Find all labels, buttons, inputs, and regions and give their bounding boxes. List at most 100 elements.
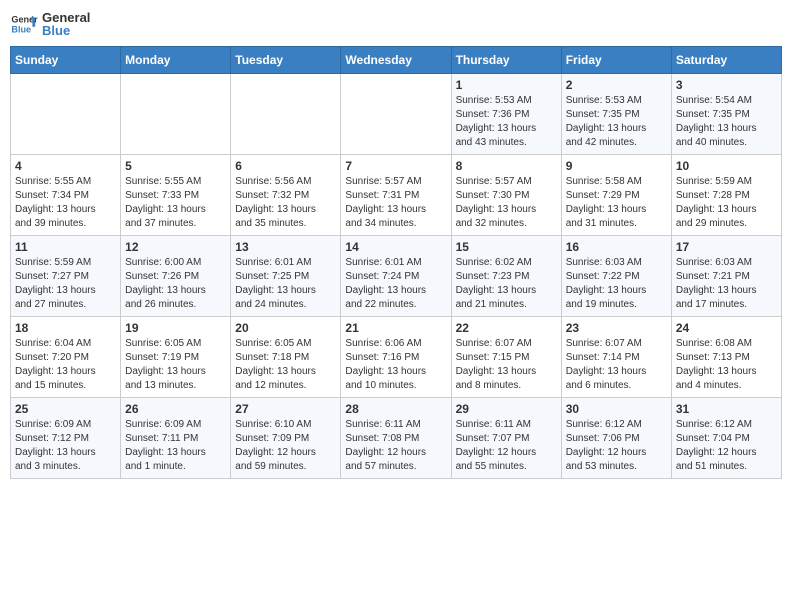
calendar-cell: 21 Sunrise: 6:06 AM Sunset: 7:16 PM Dayli… bbox=[341, 317, 451, 398]
weekday-header-saturday: Saturday bbox=[671, 47, 781, 74]
calendar-cell: 8 Sunrise: 5:57 AM Sunset: 7:30 PM Daylig… bbox=[451, 155, 561, 236]
day-content: Sunrise: 5:53 AM Sunset: 7:36 PM Dayligh… bbox=[456, 94, 557, 150]
day-number: 13 bbox=[235, 240, 336, 254]
day-content: Sunrise: 6:03 AM Sunset: 7:22 PM Dayligh… bbox=[566, 256, 667, 312]
weekday-header-thursday: Thursday bbox=[451, 47, 561, 74]
day-content: Sunrise: 6:01 AM Sunset: 7:24 PM Dayligh… bbox=[345, 256, 446, 312]
day-number: 18 bbox=[15, 321, 116, 335]
day-number: 15 bbox=[456, 240, 557, 254]
calendar-cell: 12 Sunrise: 6:00 AM Sunset: 7:26 PM Dayli… bbox=[121, 236, 231, 317]
calendar-cell: 16 Sunrise: 6:03 AM Sunset: 7:22 PM Dayli… bbox=[561, 236, 671, 317]
day-content: Sunrise: 6:05 AM Sunset: 7:19 PM Dayligh… bbox=[125, 337, 226, 393]
day-number: 23 bbox=[566, 321, 667, 335]
day-number: 7 bbox=[345, 159, 446, 173]
calendar-cell: 24 Sunrise: 6:08 AM Sunset: 7:13 PM Dayli… bbox=[671, 317, 781, 398]
calendar-week-2: 4Sunrise: 5:55 AM Sunset: 7:34 PM Daylig… bbox=[11, 155, 782, 236]
day-number: 6 bbox=[235, 159, 336, 173]
calendar-week-5: 25 Sunrise: 6:09 AM Sunset: 7:12 PM Dayli… bbox=[11, 398, 782, 479]
calendar-cell bbox=[231, 74, 341, 155]
day-content: Sunrise: 6:09 AM Sunset: 7:12 PM Dayligh… bbox=[15, 418, 116, 474]
calendar-cell: 17Sunrise: 6:03 AM Sunset: 7:21 PM Dayli… bbox=[671, 236, 781, 317]
calendar-week-1: 1 Sunrise: 5:53 AM Sunset: 7:36 PM Daylig… bbox=[11, 74, 782, 155]
day-content: Sunrise: 5:55 AM Sunset: 7:34 PM Dayligh… bbox=[15, 175, 116, 231]
calendar-cell: 13 Sunrise: 6:01 AM Sunset: 7:25 PM Dayli… bbox=[231, 236, 341, 317]
day-content: Sunrise: 5:55 AM Sunset: 7:33 PM Dayligh… bbox=[125, 175, 226, 231]
calendar-cell: 7 Sunrise: 5:57 AM Sunset: 7:31 PM Daylig… bbox=[341, 155, 451, 236]
calendar-cell: 19 Sunrise: 6:05 AM Sunset: 7:19 PM Dayli… bbox=[121, 317, 231, 398]
calendar-cell bbox=[11, 74, 121, 155]
calendar-cell: 15 Sunrise: 6:02 AM Sunset: 7:23 PM Dayli… bbox=[451, 236, 561, 317]
day-number: 17 bbox=[676, 240, 777, 254]
calendar-cell: 2 Sunrise: 5:53 AM Sunset: 7:35 PM Daylig… bbox=[561, 74, 671, 155]
calendar-cell: 25 Sunrise: 6:09 AM Sunset: 7:12 PM Dayli… bbox=[11, 398, 121, 479]
day-content: Sunrise: 6:04 AM Sunset: 7:20 PM Dayligh… bbox=[15, 337, 116, 393]
day-content: Sunrise: 6:08 AM Sunset: 7:13 PM Dayligh… bbox=[676, 337, 777, 393]
day-content: Sunrise: 5:54 AM Sunset: 7:35 PM Dayligh… bbox=[676, 94, 777, 150]
day-content: Sunrise: 6:11 AM Sunset: 7:07 PM Dayligh… bbox=[456, 418, 557, 474]
day-number: 1 bbox=[456, 78, 557, 92]
day-number: 29 bbox=[456, 402, 557, 416]
day-content: Sunrise: 6:00 AM Sunset: 7:26 PM Dayligh… bbox=[125, 256, 226, 312]
day-number: 11 bbox=[15, 240, 116, 254]
calendar-cell: 1 Sunrise: 5:53 AM Sunset: 7:36 PM Daylig… bbox=[451, 74, 561, 155]
svg-text:Blue: Blue bbox=[11, 24, 31, 34]
weekday-header-friday: Friday bbox=[561, 47, 671, 74]
calendar-cell: 4Sunrise: 5:55 AM Sunset: 7:34 PM Daylig… bbox=[11, 155, 121, 236]
day-number: 10 bbox=[676, 159, 777, 173]
day-number: 25 bbox=[15, 402, 116, 416]
day-content: Sunrise: 6:09 AM Sunset: 7:11 PM Dayligh… bbox=[125, 418, 226, 474]
day-content: Sunrise: 6:06 AM Sunset: 7:16 PM Dayligh… bbox=[345, 337, 446, 393]
day-number: 8 bbox=[456, 159, 557, 173]
day-content: Sunrise: 5:59 AM Sunset: 7:28 PM Dayligh… bbox=[676, 175, 777, 231]
logo-icon: General Blue bbox=[10, 10, 38, 38]
calendar-cell: 9Sunrise: 5:58 AM Sunset: 7:29 PM Daylig… bbox=[561, 155, 671, 236]
calendar-cell: 26 Sunrise: 6:09 AM Sunset: 7:11 PM Dayli… bbox=[121, 398, 231, 479]
calendar-cell: 14 Sunrise: 6:01 AM Sunset: 7:24 PM Dayli… bbox=[341, 236, 451, 317]
calendar-cell: 6 Sunrise: 5:56 AM Sunset: 7:32 PM Daylig… bbox=[231, 155, 341, 236]
day-content: Sunrise: 6:11 AM Sunset: 7:08 PM Dayligh… bbox=[345, 418, 446, 474]
day-number: 16 bbox=[566, 240, 667, 254]
day-content: Sunrise: 5:57 AM Sunset: 7:31 PM Dayligh… bbox=[345, 175, 446, 231]
calendar-cell: 5 Sunrise: 5:55 AM Sunset: 7:33 PM Daylig… bbox=[121, 155, 231, 236]
calendar-cell bbox=[121, 74, 231, 155]
page-header: General Blue General Blue bbox=[10, 10, 782, 38]
day-number: 31 bbox=[676, 402, 777, 416]
day-number: 2 bbox=[566, 78, 667, 92]
day-number: 12 bbox=[125, 240, 226, 254]
day-content: Sunrise: 6:05 AM Sunset: 7:18 PM Dayligh… bbox=[235, 337, 336, 393]
day-number: 14 bbox=[345, 240, 446, 254]
day-number: 3 bbox=[676, 78, 777, 92]
day-number: 19 bbox=[125, 321, 226, 335]
day-content: Sunrise: 6:02 AM Sunset: 7:23 PM Dayligh… bbox=[456, 256, 557, 312]
calendar-week-3: 11Sunrise: 5:59 AM Sunset: 7:27 PM Dayli… bbox=[11, 236, 782, 317]
day-number: 9 bbox=[566, 159, 667, 173]
calendar-cell: 11Sunrise: 5:59 AM Sunset: 7:27 PM Dayli… bbox=[11, 236, 121, 317]
day-number: 22 bbox=[456, 321, 557, 335]
calendar-cell: 22 Sunrise: 6:07 AM Sunset: 7:15 PM Dayli… bbox=[451, 317, 561, 398]
day-number: 21 bbox=[345, 321, 446, 335]
calendar-cell: 23Sunrise: 6:07 AM Sunset: 7:14 PM Dayli… bbox=[561, 317, 671, 398]
calendar-cell bbox=[341, 74, 451, 155]
weekday-header-wednesday: Wednesday bbox=[341, 47, 451, 74]
day-content: Sunrise: 5:56 AM Sunset: 7:32 PM Dayligh… bbox=[235, 175, 336, 231]
day-number: 5 bbox=[125, 159, 226, 173]
calendar-cell: 27Sunrise: 6:10 AM Sunset: 7:09 PM Dayli… bbox=[231, 398, 341, 479]
day-number: 24 bbox=[676, 321, 777, 335]
day-content: Sunrise: 5:53 AM Sunset: 7:35 PM Dayligh… bbox=[566, 94, 667, 150]
weekday-header-monday: Monday bbox=[121, 47, 231, 74]
calendar-cell: 18 Sunrise: 6:04 AM Sunset: 7:20 PM Dayli… bbox=[11, 317, 121, 398]
day-number: 30 bbox=[566, 402, 667, 416]
calendar-week-4: 18 Sunrise: 6:04 AM Sunset: 7:20 PM Dayli… bbox=[11, 317, 782, 398]
day-number: 26 bbox=[125, 402, 226, 416]
day-content: Sunrise: 6:07 AM Sunset: 7:15 PM Dayligh… bbox=[456, 337, 557, 393]
calendar-cell: 31Sunrise: 6:12 AM Sunset: 7:04 PM Dayli… bbox=[671, 398, 781, 479]
day-content: Sunrise: 6:01 AM Sunset: 7:25 PM Dayligh… bbox=[235, 256, 336, 312]
calendar-cell: 20Sunrise: 6:05 AM Sunset: 7:18 PM Dayli… bbox=[231, 317, 341, 398]
day-content: Sunrise: 5:57 AM Sunset: 7:30 PM Dayligh… bbox=[456, 175, 557, 231]
calendar-cell: 28Sunrise: 6:11 AM Sunset: 7:08 PM Dayli… bbox=[341, 398, 451, 479]
calendar-cell: 3 Sunrise: 5:54 AM Sunset: 7:35 PM Daylig… bbox=[671, 74, 781, 155]
logo-blue: Blue bbox=[42, 23, 90, 38]
logo: General Blue General Blue bbox=[10, 10, 90, 38]
day-content: Sunrise: 6:12 AM Sunset: 7:06 PM Dayligh… bbox=[566, 418, 667, 474]
calendar-cell: 29 Sunrise: 6:11 AM Sunset: 7:07 PM Dayli… bbox=[451, 398, 561, 479]
